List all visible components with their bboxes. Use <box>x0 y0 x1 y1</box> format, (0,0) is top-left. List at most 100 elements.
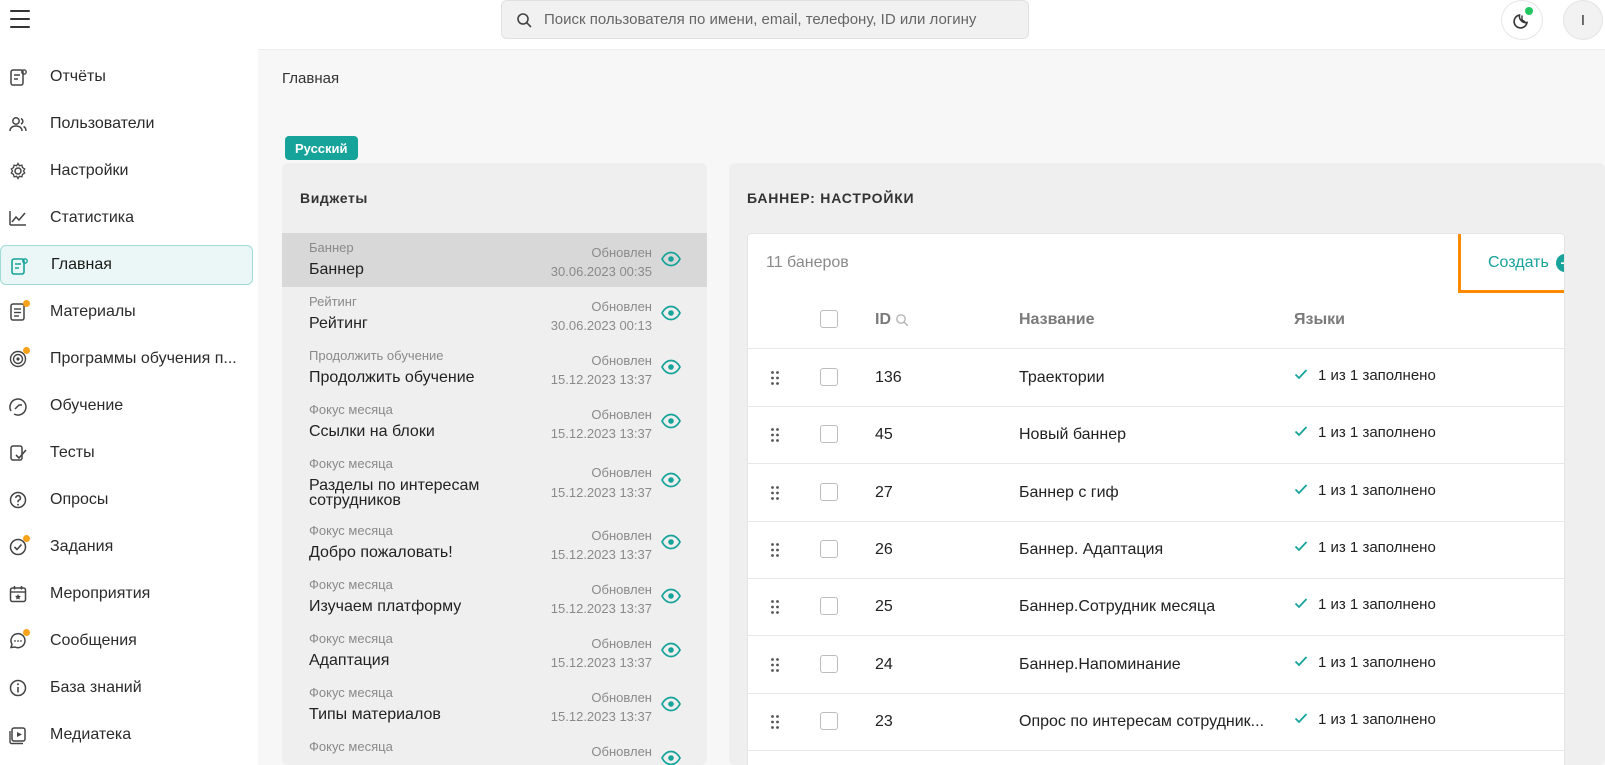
plus-icon: + <box>1555 254 1564 272</box>
widget-name: Разделы по интересам сотрудников <box>309 477 480 509</box>
sidebar-item-label: Статистика <box>50 209 135 226</box>
widget-list-item[interactable]: Фокус месяца Изучаем платформу Обновлен 15.… <box>282 570 707 624</box>
target-icon <box>8 347 30 369</box>
search-icon[interactable] <box>895 313 909 327</box>
avatar[interactable]: I <box>1563 0 1603 40</box>
sidebar-item[interactable]: Главная <box>0 245 253 285</box>
learning-icon <box>8 396 28 416</box>
question-icon <box>8 490 28 510</box>
widget-type: Фокус месяца <box>309 523 393 538</box>
row-languages-label: 1 из 1 заполнено <box>1318 710 1436 728</box>
row-name[interactable]: Новый баннер <box>1019 426 1126 444</box>
row-name[interactable]: Баннер.Напоминание <box>1019 656 1181 674</box>
row-checkbox[interactable] <box>820 368 838 386</box>
search-input[interactable] <box>544 11 1014 28</box>
widget-list-item[interactable]: Баннер Баннер Обновлен 30.06.2023 00:35 <box>282 233 707 287</box>
eye-icon[interactable] <box>661 642 681 658</box>
widget-type: Баннер <box>309 240 354 255</box>
drag-handle-icon[interactable] <box>770 427 780 443</box>
theme-toggle-button[interactable] <box>1501 0 1543 40</box>
row-checkbox[interactable] <box>820 482 838 501</box>
widgets-panel: Виджеты Баннер Баннер Обновлен 30.06.2023 0… <box>282 163 707 765</box>
document-icon <box>8 300 30 322</box>
drag-handle-icon[interactable] <box>770 657 780 673</box>
widget-list-item[interactable]: Фокус месяца Адаптация Обновлен 15.12.2023 … <box>282 624 707 678</box>
search-box[interactable] <box>501 0 1029 39</box>
table-row[interactable]: 27 Баннер с гиф 1 из 1 заполнено <box>748 464 1564 522</box>
select-all-checkbox[interactable] <box>820 310 838 328</box>
table-row[interactable]: 136 Траектории 1 из 1 заполнено <box>748 349 1564 407</box>
widget-list-item[interactable]: Продолжить обучение Продолжить обучение Об… <box>282 341 707 395</box>
table-row[interactable]: 26 Баннер. Адаптация 1 из 1 заполнено <box>748 521 1564 579</box>
widget-list-item[interactable]: Рейтинг Рейтинг Обновлен 30.06.2023 00:13 <box>282 287 707 341</box>
row-name[interactable]: Опрос по интересам сотрудник... <box>1019 713 1264 731</box>
column-name[interactable]: Название <box>1019 311 1095 329</box>
widget-list-item[interactable]: Фокус месяца Обновлен <box>282 732 707 765</box>
table-row[interactable]: 24 Баннер.Напоминание 1 из 1 заполнено <box>748 636 1564 694</box>
widget-list-item[interactable]: Фокус месяца Ссылки на блоки Обновлен 15.12… <box>282 395 707 449</box>
eye-icon[interactable] <box>661 359 681 375</box>
table-row[interactable]: 25 Баннер.Сотрудник месяца 1 из 1 заполнен… <box>748 578 1564 637</box>
eye-icon[interactable] <box>661 251 681 267</box>
sidebar-item[interactable]: Медиатека <box>0 715 258 755</box>
eye-icon[interactable] <box>661 696 681 712</box>
row-languages: 1 из 1 заполнено <box>1294 482 1436 499</box>
sidebar-item[interactable]: Отчёты <box>0 57 258 97</box>
drag-handle-icon[interactable] <box>770 485 780 501</box>
widget-updated-label: Обновлен <box>591 407 652 422</box>
column-id[interactable]: ID <box>875 311 909 329</box>
eye-icon[interactable] <box>661 413 681 429</box>
sidebar-item[interactable]: База знаний <box>0 668 258 708</box>
search-icon <box>517 12 532 27</box>
eye-icon[interactable] <box>661 534 681 550</box>
row-languages: 1 из 1 заполнено <box>1294 367 1436 384</box>
sidebar-item[interactable]: Пользователи <box>0 104 258 144</box>
sidebar-item[interactable]: Опросы <box>0 480 258 520</box>
menu-hamburger-icon[interactable] <box>10 10 30 28</box>
sidebar-item[interactable]: Материалы <box>0 292 258 332</box>
language-chip[interactable]: Русский <box>285 136 358 160</box>
eye-icon[interactable] <box>661 750 681 765</box>
row-name[interactable]: Траектории <box>1019 369 1105 387</box>
drag-handle-icon[interactable] <box>770 542 780 558</box>
sidebar-item[interactable]: Задания <box>0 527 258 567</box>
sidebar-item[interactable]: Настройки <box>0 151 258 191</box>
widget-list-item[interactable]: Фокус месяца Типы материалов Обновлен 15.12… <box>282 678 707 732</box>
sidebar-item[interactable]: Программы обучения п... <box>0 339 258 379</box>
drag-handle-icon[interactable] <box>770 370 780 386</box>
eye-icon[interactable] <box>661 472 681 488</box>
eye-icon[interactable] <box>661 305 681 321</box>
table-row[interactable]: 45 Новый баннер 1 из 1 заполнено <box>748 406 1564 465</box>
row-checkbox[interactable] <box>820 654 838 673</box>
sidebar-item[interactable]: Обучение <box>0 386 258 426</box>
widget-updated-date: 15.12.2023 13:37 <box>550 601 652 616</box>
row-checkbox[interactable] <box>820 425 838 444</box>
create-banner-button[interactable]: Создать + <box>1488 254 1564 272</box>
drag-handle-icon[interactable] <box>770 599 780 615</box>
banner-settings-title: БАННЕР: НАСТРОЙКИ <box>747 190 915 206</box>
banner-table-card: 11 банеров Создать + ID Название Языки 1… <box>747 233 1565 765</box>
task-icon <box>8 535 30 557</box>
sidebar-item-label: Главная <box>51 256 112 273</box>
row-checkbox[interactable] <box>820 597 838 616</box>
widget-type: Фокус месяца <box>309 685 393 700</box>
sidebar-item[interactable]: Статистика <box>0 198 258 238</box>
sidebar-item-label: Пользователи <box>50 115 155 132</box>
widget-name: Рейтинг <box>309 315 368 332</box>
table-row[interactable]: 23 Опрос по интересам сотрудник... 1 из 1 … <box>748 693 1564 751</box>
row-checkbox[interactable] <box>820 711 838 730</box>
column-languages[interactable]: Языки <box>1294 311 1345 329</box>
gear-icon <box>8 161 28 181</box>
eye-icon[interactable] <box>661 588 681 604</box>
widget-list-item[interactable]: Фокус месяца Добро пожаловать! Обновлен 15.… <box>282 516 707 570</box>
row-name[interactable]: Баннер с гиф <box>1019 484 1119 502</box>
row-name[interactable]: Баннер.Сотрудник месяца <box>1019 598 1215 616</box>
row-checkbox[interactable] <box>820 539 838 558</box>
sidebar-item[interactable]: Мероприятия <box>0 574 258 614</box>
sidebar-item[interactable]: Тесты <box>0 433 258 473</box>
row-name[interactable]: Баннер. Адаптация <box>1019 541 1163 559</box>
widget-list-item[interactable]: Фокус месяца Разделы по интересам сотрудн… <box>282 449 707 516</box>
drag-handle-icon[interactable] <box>770 714 780 730</box>
widget-updated-date: 15.12.2023 13:37 <box>550 709 652 724</box>
sidebar-item[interactable]: Сообщения <box>0 621 258 661</box>
